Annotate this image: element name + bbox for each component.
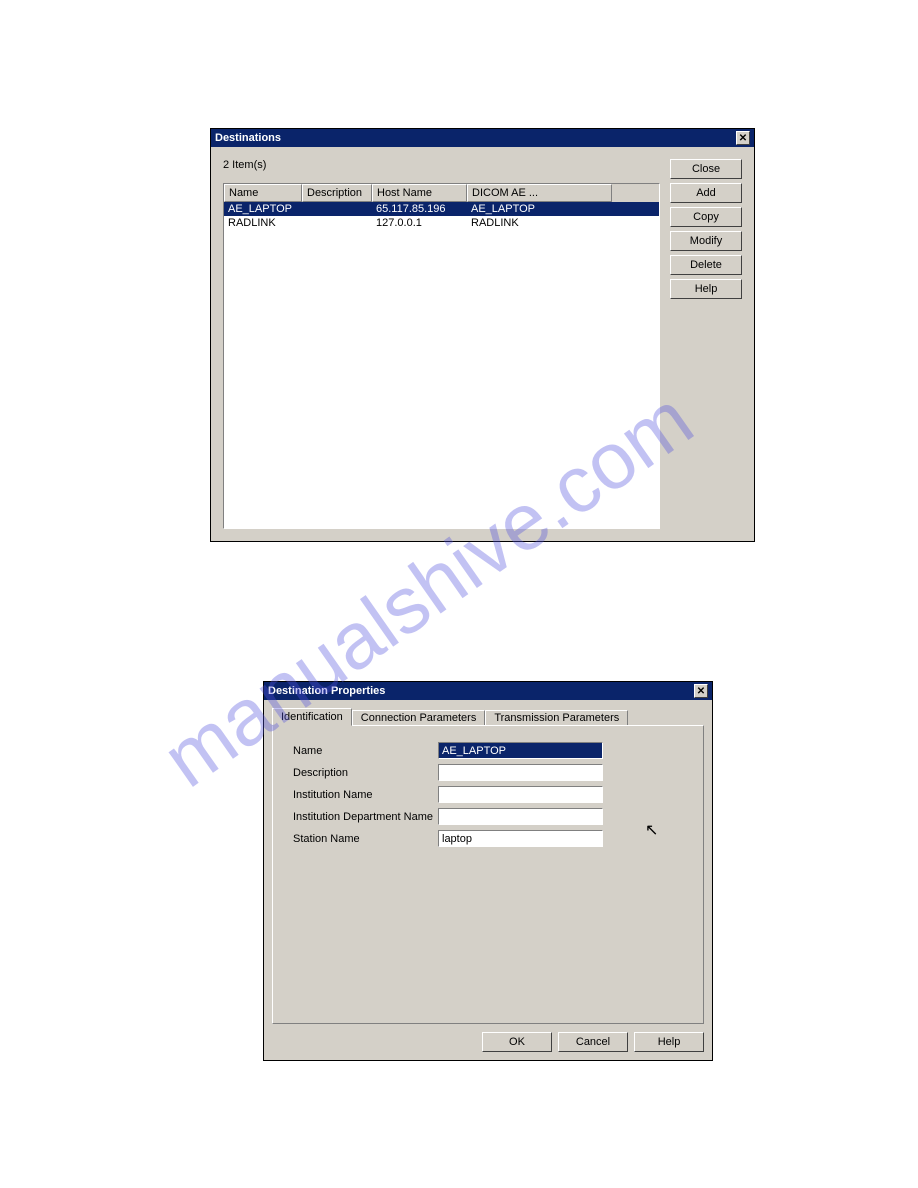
add-button[interactable]: Add [670,183,742,203]
column-header-description[interactable]: Description [302,184,372,202]
properties-title: Destination Properties [268,685,385,697]
name-label: Name [293,745,438,757]
column-header-host[interactable]: Host Name [372,184,467,202]
close-button[interactable]: Close [670,159,742,179]
tab-connection[interactable]: Connection Parameters [352,710,486,725]
cell-description [302,202,372,216]
close-icon[interactable]: ✕ [736,131,750,145]
table-row[interactable]: AE_LAPTOP 65.117.85.196 AE_LAPTOP [224,202,659,216]
item-count-label: 2 Item(s) [223,159,660,171]
cell-dicom: RADLINK [467,216,612,230]
modify-button[interactable]: Modify [670,231,742,251]
tab-identification[interactable]: Identification [272,708,352,726]
close-icon[interactable]: ✕ [694,684,708,698]
cancel-button[interactable]: Cancel [558,1032,628,1052]
table-header: Name Description Host Name DICOM AE ... [224,184,659,202]
delete-button[interactable]: Delete [670,255,742,275]
cell-description [302,216,372,230]
column-header-name[interactable]: Name [224,184,302,202]
tab-panel-identification: Name Description Institution Name Instit… [272,725,704,1024]
name-input[interactable] [438,742,603,759]
description-input[interactable] [438,764,603,781]
column-header-dicom[interactable]: DICOM AE ... [467,184,612,202]
cell-dicom: AE_LAPTOP [467,202,612,216]
cell-name: AE_LAPTOP [224,202,302,216]
department-label: Institution Department Name [293,811,438,823]
station-label: Station Name [293,833,438,845]
properties-titlebar: Destination Properties ✕ [264,682,712,700]
tab-transmission[interactable]: Transmission Parameters [485,710,628,725]
department-input[interactable] [438,808,603,825]
properties-window: Destination Properties ✕ Identification … [263,681,713,1061]
tabs-container: Identification Connection Parameters Tra… [272,708,704,725]
institution-input[interactable] [438,786,603,803]
destinations-table: Name Description Host Name DICOM AE ... … [223,183,660,529]
ok-button[interactable]: OK [482,1032,552,1052]
help-button[interactable]: Help [634,1032,704,1052]
destinations-window: Destinations ✕ 2 Item(s) Name Descriptio… [210,128,755,542]
cell-name: RADLINK [224,216,302,230]
description-label: Description [293,767,438,779]
station-input[interactable] [438,830,603,847]
cell-host: 127.0.0.1 [372,216,467,230]
cell-host: 65.117.85.196 [372,202,467,216]
help-button[interactable]: Help [670,279,742,299]
destinations-titlebar: Destinations ✕ [211,129,754,147]
copy-button[interactable]: Copy [670,207,742,227]
table-row[interactable]: RADLINK 127.0.0.1 RADLINK [224,216,659,230]
destinations-title: Destinations [215,132,281,144]
institution-label: Institution Name [293,789,438,801]
